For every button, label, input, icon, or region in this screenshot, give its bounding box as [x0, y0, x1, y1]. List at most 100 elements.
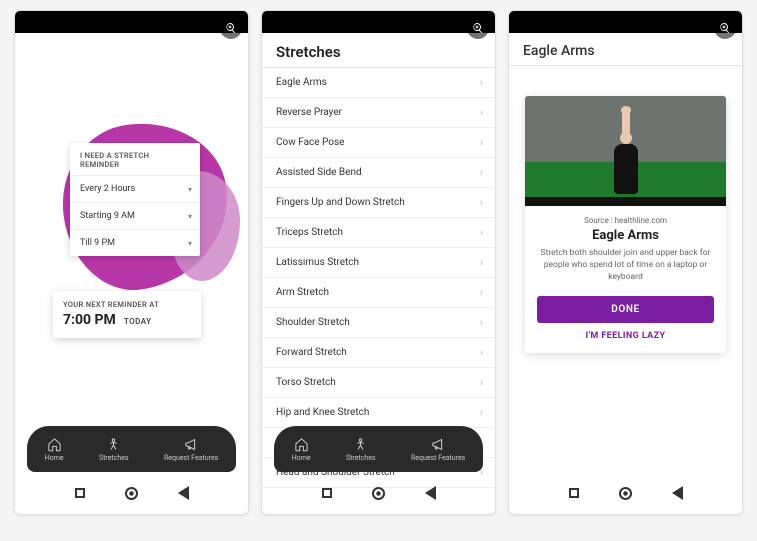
stretches-list: Eagle Arms › Reverse Prayer › Cow Face Pos… — [262, 67, 495, 488]
reminder-card: I NEED A STRETCH REMINDER Every 2 Hours … — [70, 143, 200, 256]
done-button[interactable]: DONE — [537, 296, 714, 323]
list-item-label: Hip and Knee Stretch — [276, 407, 369, 418]
status-bar — [262, 11, 495, 33]
list-item[interactable]: Arm Stretch › — [262, 278, 495, 308]
list-item-label: Eagle Arms — [276, 77, 327, 88]
nav-home[interactable]: Home — [45, 437, 64, 462]
list-item-label: Shoulder Stretch — [276, 317, 350, 328]
list-item-label: Fingers Up and Down Stretch — [276, 197, 405, 208]
recent-apps-button[interactable] — [322, 488, 332, 498]
start-time-select[interactable]: Starting 9 AM ▾ — [70, 202, 200, 229]
android-nav — [509, 480, 742, 506]
next-reminder-card: YOUR NEXT REMINDER AT 7:00 PM TODAY — [53, 291, 201, 338]
nav-request-label: Request Features — [164, 454, 218, 462]
list-item-label: Cow Face Pose — [276, 137, 344, 148]
figure-illustration — [604, 112, 648, 202]
back-button[interactable] — [672, 486, 683, 500]
home-button[interactable] — [372, 487, 385, 500]
list-item-label: Latissimus Stretch — [276, 257, 359, 268]
zoom-icon[interactable] — [714, 17, 736, 39]
next-reminder-day: TODAY — [124, 317, 152, 326]
chevron-right-icon: › — [480, 196, 483, 209]
megaphone-icon — [431, 437, 446, 452]
chevron-right-icon: › — [480, 376, 483, 389]
status-bar — [15, 11, 248, 33]
list-item[interactable]: Shoulder Stretch › — [262, 308, 495, 338]
list-item[interactable]: Fingers Up and Down Stretch › — [262, 188, 495, 218]
list-item-label: Reverse Prayer — [276, 107, 342, 118]
home-content: I NEED A STRETCH REMINDER Every 2 Hours … — [15, 33, 248, 514]
list-item-label: Torso Stretch — [276, 377, 336, 388]
android-nav — [15, 480, 248, 506]
list-item[interactable]: Forward Stretch › — [262, 338, 495, 368]
stretches-content: Stretches Eagle Arms › Reverse Prayer › Co… — [262, 33, 495, 514]
nav-stretches-label: Stretches — [346, 454, 376, 462]
caret-down-icon: ▾ — [188, 185, 192, 194]
nav-request-label: Request Features — [411, 454, 465, 462]
list-item[interactable]: Cow Face Pose › — [262, 128, 495, 158]
nav-home-label: Home — [45, 454, 64, 462]
recent-apps-button[interactable] — [569, 488, 579, 498]
list-item[interactable]: Assisted Side Bend › — [262, 158, 495, 188]
chevron-right-icon: › — [480, 256, 483, 269]
list-item-label: Triceps Stretch — [276, 227, 343, 238]
nav-home-label: Home — [292, 454, 311, 462]
recent-apps-button[interactable] — [75, 488, 85, 498]
stretch-description: Stretch both shoulder join and upper bac… — [537, 248, 714, 284]
chevron-right-icon: › — [480, 166, 483, 179]
nav-request[interactable]: Request Features — [164, 437, 218, 462]
zoom-icon[interactable] — [220, 17, 242, 39]
stretch-name: Eagle Arms — [537, 228, 714, 243]
chevron-right-icon: › — [480, 286, 483, 299]
end-time-select[interactable]: Till 9 PM ▾ — [70, 229, 200, 256]
nav-stretches-label: Stretches — [99, 454, 129, 462]
nav-stretches[interactable]: Stretches — [346, 437, 376, 462]
chevron-right-icon: › — [480, 106, 483, 119]
nav-stretches[interactable]: Stretches — [99, 437, 129, 462]
chevron-right-icon: › — [480, 136, 483, 149]
feeling-lazy-button[interactable]: I'M FEELING LAZY — [537, 331, 714, 341]
chevron-right-icon: › — [480, 406, 483, 419]
status-bar — [509, 11, 742, 33]
home-button[interactable] — [619, 487, 632, 500]
home-icon — [294, 437, 309, 452]
back-button[interactable] — [425, 486, 436, 500]
reminder-header: I NEED A STRETCH REMINDER — [70, 151, 200, 175]
list-item-label: Assisted Side Bend — [276, 167, 362, 178]
stretches-icon — [106, 437, 121, 452]
detail-content: Eagle Arms Source : healthline.com Eagle… — [509, 33, 742, 514]
nav-home[interactable]: Home — [292, 437, 311, 462]
page-title: Eagle Arms — [509, 33, 742, 66]
stretch-detail-card: Source : healthline.com Eagle Arms Stret… — [525, 96, 726, 353]
list-item[interactable]: Hip and Knee Stretch › — [262, 398, 495, 428]
source-label: Source : healthline.com — [537, 216, 714, 225]
end-time-value: Till 9 PM — [80, 238, 115, 248]
list-item-label: Forward Stretch — [276, 347, 347, 358]
list-item-label: Arm Stretch — [276, 287, 329, 298]
phone-detail: Eagle Arms Source : healthline.com Eagle… — [508, 10, 743, 515]
frequency-select[interactable]: Every 2 Hours ▾ — [70, 175, 200, 202]
zoom-icon[interactable] — [467, 17, 489, 39]
stretch-image — [525, 96, 726, 206]
chevron-right-icon: › — [480, 316, 483, 329]
start-time-value: Starting 9 AM — [80, 211, 135, 221]
next-reminder-time: 7:00 PM — [63, 312, 116, 328]
caret-down-icon: ▾ — [188, 212, 192, 221]
back-button[interactable] — [178, 486, 189, 500]
phone-home: I NEED A STRETCH REMINDER Every 2 Hours … — [14, 10, 249, 515]
home-button[interactable] — [125, 487, 138, 500]
nav-request[interactable]: Request Features — [411, 437, 465, 462]
list-item[interactable]: Triceps Stretch› — [262, 218, 495, 248]
phone-stretches: Stretches Eagle Arms › Reverse Prayer › Co… — [261, 10, 496, 515]
chevron-right-icon: › — [480, 76, 483, 89]
list-item[interactable]: Reverse Prayer › — [262, 98, 495, 128]
list-item[interactable]: Latissimus Stretch › — [262, 248, 495, 278]
megaphone-icon — [184, 437, 199, 452]
android-nav — [262, 480, 495, 506]
list-item[interactable]: Eagle Arms › — [262, 68, 495, 98]
list-item[interactable]: Torso Stretch › — [262, 368, 495, 398]
chevron-right-icon: › — [480, 346, 483, 359]
caret-down-icon: ▾ — [188, 239, 192, 248]
page-title: Stretches — [262, 33, 495, 67]
home-icon — [47, 437, 62, 452]
